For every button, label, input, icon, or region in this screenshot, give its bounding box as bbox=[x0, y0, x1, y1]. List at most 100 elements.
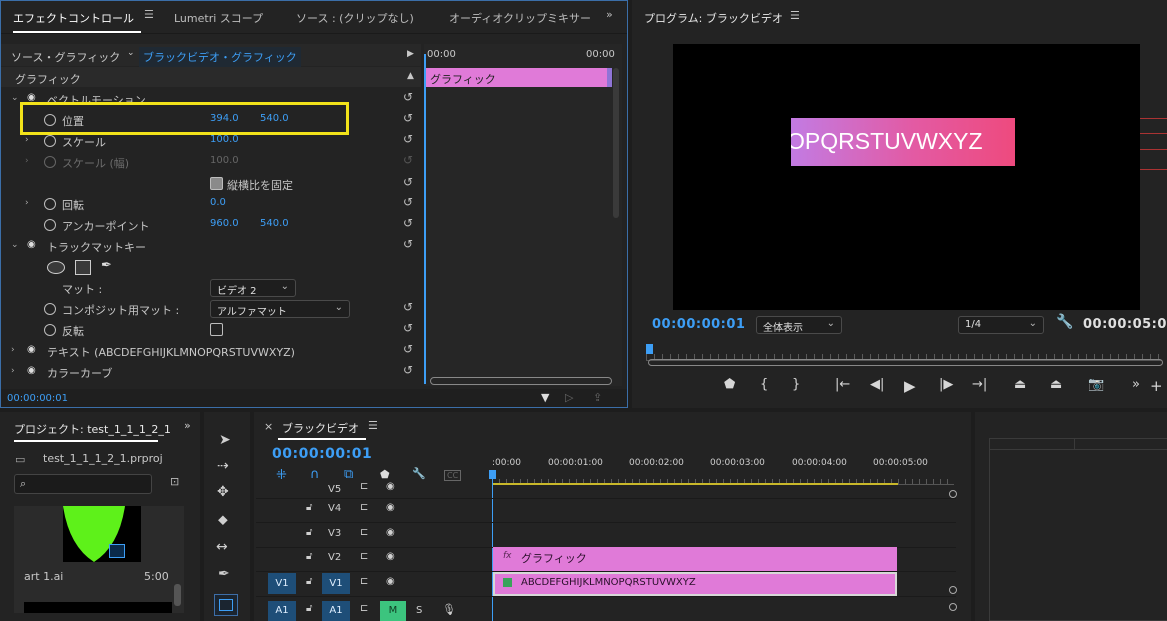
sequence-clip-label[interactable]: ブラックビデオ・グラフィック bbox=[139, 47, 301, 67]
project-search-input[interactable]: ⌕ bbox=[14, 474, 152, 494]
snap-icon[interactable]: ⁜ bbox=[276, 468, 287, 483]
title-graphic[interactable]: OPQRSTUVWXYZ bbox=[791, 118, 1015, 166]
expand-icon[interactable]: ⌄ bbox=[11, 240, 19, 250]
eye-icon[interactable]: ◉ bbox=[27, 344, 36, 355]
stopwatch-icon[interactable] bbox=[44, 198, 56, 210]
magnet-icon[interactable]: ∩ bbox=[310, 467, 320, 482]
go-to-out-icon[interactable]: →| bbox=[972, 377, 987, 392]
sync-lock-icon[interactable]: ⊏ bbox=[360, 527, 368, 538]
project-panel-title[interactable]: プロジェクト: test_1_1_1_2_1 bbox=[14, 421, 171, 437]
mark-out-icon[interactable]: } bbox=[792, 377, 800, 392]
track-target-a1[interactable]: A1 bbox=[322, 601, 350, 621]
scale-value[interactable]: 100.0 bbox=[210, 134, 239, 145]
tab-lumetri-scopes[interactable]: Lumetri スコープ bbox=[174, 10, 263, 26]
reset-icon[interactable]: ↺ bbox=[403, 300, 417, 314]
play-only-icon[interactable]: ▶ bbox=[407, 49, 414, 59]
microphone-icon[interactable]: 🎙︎ bbox=[442, 603, 456, 616]
slip-tool-icon[interactable]: ↔ bbox=[216, 539, 228, 555]
expand-right-icon[interactable]: › bbox=[11, 366, 15, 376]
clip-text-v1[interactable]: ABCDEFGHIJKLMNOPQRSTUVWXYZ bbox=[493, 572, 897, 596]
panel-menu-icon[interactable]: ☰ bbox=[368, 419, 378, 432]
lock-icon[interactable]: 🔓︎ bbox=[306, 502, 312, 513]
matte-dropdown[interactable]: ビデオ 2 ⌄ bbox=[210, 279, 296, 297]
go-to-in-icon[interactable]: |← bbox=[835, 377, 850, 392]
lock-icon[interactable]: 🔓︎ bbox=[306, 527, 312, 538]
rectangle-tool-icon[interactable] bbox=[214, 594, 238, 616]
uniform-scale-row[interactable]: 縦横比を固定 ↺ bbox=[1, 173, 419, 194]
tabs-overflow-icon[interactable]: » bbox=[184, 419, 191, 432]
sync-lock-icon[interactable]: ⊏ bbox=[360, 551, 368, 562]
reset-icon[interactable]: ↺ bbox=[403, 132, 417, 146]
pen-tool-icon[interactable]: ✒ bbox=[218, 566, 230, 582]
rotation-row[interactable]: › 回転 0.0 ↺ bbox=[1, 193, 419, 214]
timeline-title[interactable]: ブラックビデオ bbox=[282, 420, 359, 436]
reset-icon[interactable]: ↺ bbox=[403, 90, 417, 104]
ripple-edit-tool-icon[interactable]: ✥ bbox=[217, 484, 229, 500]
timeline-playhead-handle[interactable] bbox=[489, 470, 496, 479]
track-v4[interactable]: 🔓︎ V4 ⊏ ◉ bbox=[256, 498, 956, 523]
effect-controls-timecode[interactable]: 00:00:00:01 bbox=[7, 393, 68, 404]
source-patch-v1[interactable]: V1 bbox=[268, 573, 296, 594]
lock-icon[interactable]: 🔓︎ bbox=[306, 603, 312, 614]
eye-icon[interactable]: ◉ bbox=[386, 527, 395, 538]
panel-menu-icon[interactable]: ☰ bbox=[144, 8, 154, 21]
reset-icon[interactable]: ↺ bbox=[403, 175, 417, 189]
eye-icon[interactable]: ◉ bbox=[27, 239, 36, 250]
step-forward-icon[interactable]: |▶ bbox=[939, 377, 953, 392]
track-select-tool-icon[interactable]: ⇢ bbox=[217, 458, 229, 474]
mini-zoom-scrollbar[interactable] bbox=[430, 377, 612, 385]
mini-timeline-clip[interactable]: グラフィック bbox=[426, 68, 612, 87]
play-audio-icon[interactable]: ▷ bbox=[565, 391, 573, 404]
sync-lock-icon[interactable]: ⊏ bbox=[360, 603, 368, 614]
tab-audio-clip-mixer[interactable]: オーディオクリップミキサー bbox=[449, 10, 591, 26]
linked-selection-icon[interactable]: ⧉ bbox=[344, 467, 353, 482]
eye-icon[interactable]: ◉ bbox=[386, 502, 395, 513]
reverse-checkbox[interactable] bbox=[210, 323, 223, 336]
program-playhead[interactable] bbox=[646, 344, 653, 354]
mini-timeline-scrollbar[interactable] bbox=[613, 68, 619, 218]
expand-right-icon[interactable]: › bbox=[25, 156, 29, 166]
tab-effect-controls[interactable]: エフェクトコントロール bbox=[13, 10, 134, 26]
uniform-scale-checkbox[interactable] bbox=[210, 177, 223, 190]
razor-tool-icon[interactable]: ⬥ bbox=[218, 512, 228, 528]
stopwatch-icon[interactable] bbox=[44, 219, 56, 231]
timeline-vscroll[interactable] bbox=[949, 490, 957, 621]
mark-in-icon[interactable]: { bbox=[760, 377, 768, 392]
stopwatch-icon[interactable] bbox=[44, 135, 56, 147]
expand-right-icon[interactable]: › bbox=[11, 345, 15, 355]
project-scrollbar[interactable] bbox=[174, 584, 181, 606]
panel-menu-icon[interactable]: ☰ bbox=[790, 9, 800, 22]
composite-dropdown[interactable]: アルファマット ⌄ bbox=[210, 300, 350, 318]
project-item-thumbnail[interactable]: art 1.ai 5:00 bbox=[14, 506, 184, 613]
track-target-v1[interactable]: V1 bbox=[322, 573, 350, 594]
clip-graphic-v2[interactable]: fx グラフィック bbox=[493, 547, 897, 571]
step-back-icon[interactable]: ◀| bbox=[870, 377, 884, 392]
expand-right-icon[interactable]: › bbox=[25, 135, 29, 145]
eye-icon[interactable]: ◉ bbox=[27, 365, 36, 376]
fit-dropdown[interactable]: 全体表示 ⌄ bbox=[756, 316, 842, 334]
toggle-output-icon[interactable]: ⊏ bbox=[360, 481, 368, 492]
captions-icon[interactable]: CC bbox=[444, 470, 462, 481]
program-video-frame[interactable]: OPQRSTUVWXYZ bbox=[673, 44, 1140, 310]
eye-icon[interactable]: ◉ bbox=[386, 551, 395, 562]
reset-icon[interactable]: ↺ bbox=[403, 321, 417, 335]
collapse-up-icon[interactable]: ▲ bbox=[407, 71, 414, 81]
expand-right-icon[interactable]: › bbox=[25, 198, 29, 208]
rectangle-mask-icon[interactable] bbox=[75, 260, 91, 275]
pen-mask-icon[interactable]: ✒ bbox=[101, 258, 112, 273]
sync-lock-icon[interactable]: ⊏ bbox=[360, 502, 368, 513]
rotation-value[interactable]: 0.0 bbox=[210, 197, 226, 208]
eye-icon[interactable]: ◉ bbox=[386, 481, 395, 492]
camera-icon[interactable]: 📷 bbox=[1088, 377, 1104, 392]
scale-row[interactable]: › スケール 100.0 ↺ bbox=[1, 130, 419, 151]
sync-lock-icon[interactable]: ⊏ bbox=[360, 576, 368, 587]
track-matte-row[interactable]: ⌄ ◉ トラックマットキー ↺ bbox=[1, 235, 419, 256]
add-button-icon[interactable]: + bbox=[1150, 377, 1163, 395]
source-patch-a1[interactable]: A1 bbox=[268, 601, 296, 621]
mini-timeline-playhead[interactable] bbox=[424, 54, 426, 384]
zoom-scrollbar[interactable] bbox=[648, 359, 1163, 366]
expand-icon[interactable]: ⌄ bbox=[11, 93, 19, 103]
close-icon[interactable]: × bbox=[264, 420, 273, 433]
timeline-timecode[interactable]: 00:00:00:01 bbox=[272, 446, 372, 462]
text-effect-row[interactable]: › ◉ テキスト (ABCDEFGHIJKLMNOPQRSTUVWXYZ) ↺ bbox=[1, 340, 419, 361]
